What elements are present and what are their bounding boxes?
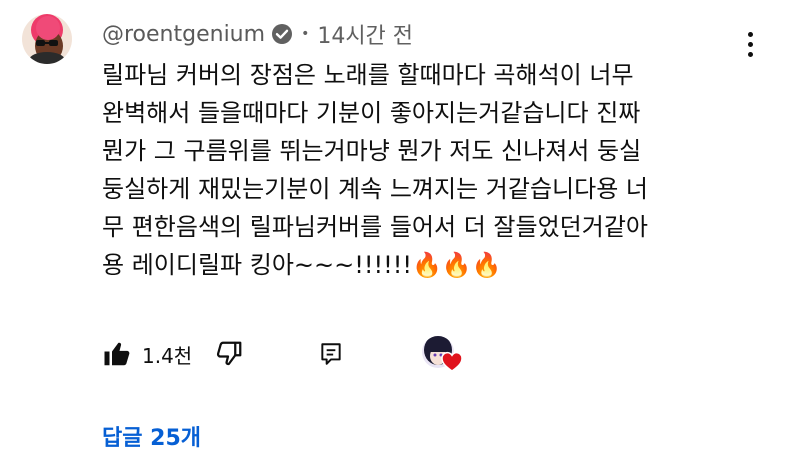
like-button[interactable]: 1.4천: [102, 339, 192, 369]
comment-actions: 1.4천: [102, 334, 470, 374]
fire-emoji: 🔥: [411, 251, 442, 279]
verified-check-icon: [271, 23, 293, 45]
thumb-down-outline-icon: [214, 339, 244, 369]
thumb-up-filled-icon: [102, 339, 132, 369]
more-vert-dot: [747, 41, 753, 47]
fire-emoji: 🔥: [441, 251, 472, 279]
dislike-button[interactable]: [214, 339, 244, 369]
comment-line: 릴파님 커버의 장점은 노래를 할때마다 곡해석이 너무: [102, 61, 634, 89]
comment-line: 무 편한음색의 릴파님커버를 들어서 더 잘들었던거같아: [102, 213, 648, 241]
like-count: 1.4천: [142, 343, 193, 368]
comment-line: 둥실하게 재밌는기분이 계속 느껴지는 거같습니다용 너: [102, 175, 648, 203]
author-handle[interactable]: @roentgenium: [102, 22, 265, 47]
comment-line: 완벽해서 들을때마다 기분이 좋아지는거같습니다 진짜: [102, 99, 641, 127]
more-vert-dot: [747, 51, 753, 57]
fire-emoji: 🔥: [471, 251, 502, 279]
creator-heart-badge: [422, 334, 470, 374]
comment-reply-icon: [318, 341, 344, 367]
author-avatar[interactable]: [22, 14, 72, 64]
separator-dot: •: [301, 26, 310, 42]
more-vert-icon: [747, 31, 753, 37]
comment-header: @roentgenium • 14시간 전: [102, 18, 413, 50]
avatar-image: [22, 14, 72, 64]
comment-line: 용 레이디릴파 킹아~~~!!!!!!: [102, 251, 412, 279]
comment-time[interactable]: 14시간 전: [317, 18, 413, 50]
comment-text: 릴파님 커버의 장점은 노래를 할때마다 곡해석이 너무 완벽해서 들을때마다 …: [102, 56, 742, 284]
comment-last-line: 용 레이디릴파 킹아~~~!!!!!!🔥🔥🔥: [102, 246, 742, 284]
comment-line: 뭔가 그 구름위를 뛰는거마냥 뭔가 저도 신나져서 둥실: [102, 137, 642, 165]
view-replies-button[interactable]: 답글 25개: [102, 424, 201, 454]
heart-icon: [440, 350, 464, 376]
reply-button[interactable]: [318, 341, 344, 367]
